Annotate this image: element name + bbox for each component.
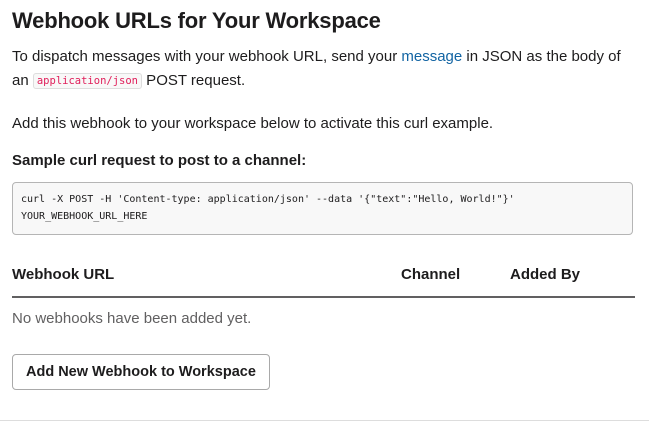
sample-curl-code-block: curl -X POST -H 'Content-type: applicati… [12,182,633,235]
column-header-webhook-url: Webhook URL [12,266,115,283]
add-new-webhook-button[interactable]: Add New Webhook to Workspace [12,354,270,390]
intro-paragraph: To dispatch messages with your webhook U… [12,45,635,93]
inline-code-content-type: application/json [32,73,143,89]
empty-webhooks-message: No webhooks have been added yet. [12,310,252,327]
column-header-channel: Channel [401,266,461,283]
section-divider [0,420,649,421]
column-header-added-by: Added By [510,266,581,283]
code-line-1: curl -X POST -H 'Content-type: applicati… [21,194,515,205]
intro-text-start: To dispatch messages with your webhook U… [12,48,402,65]
webhooks-table-header: Webhook URL Channel Added By [12,266,635,298]
activate-instructions: Add this webhook to your workspace below… [12,115,494,132]
code-line-2: YOUR_WEBHOOK_URL_HERE [21,211,148,222]
sample-curl-label: Sample curl request to post to a channel… [12,152,307,169]
message-link[interactable]: message [401,48,462,65]
page-title: Webhook URLs for Your Workspace [12,8,381,33]
intro-text-end: POST request. [142,72,246,89]
